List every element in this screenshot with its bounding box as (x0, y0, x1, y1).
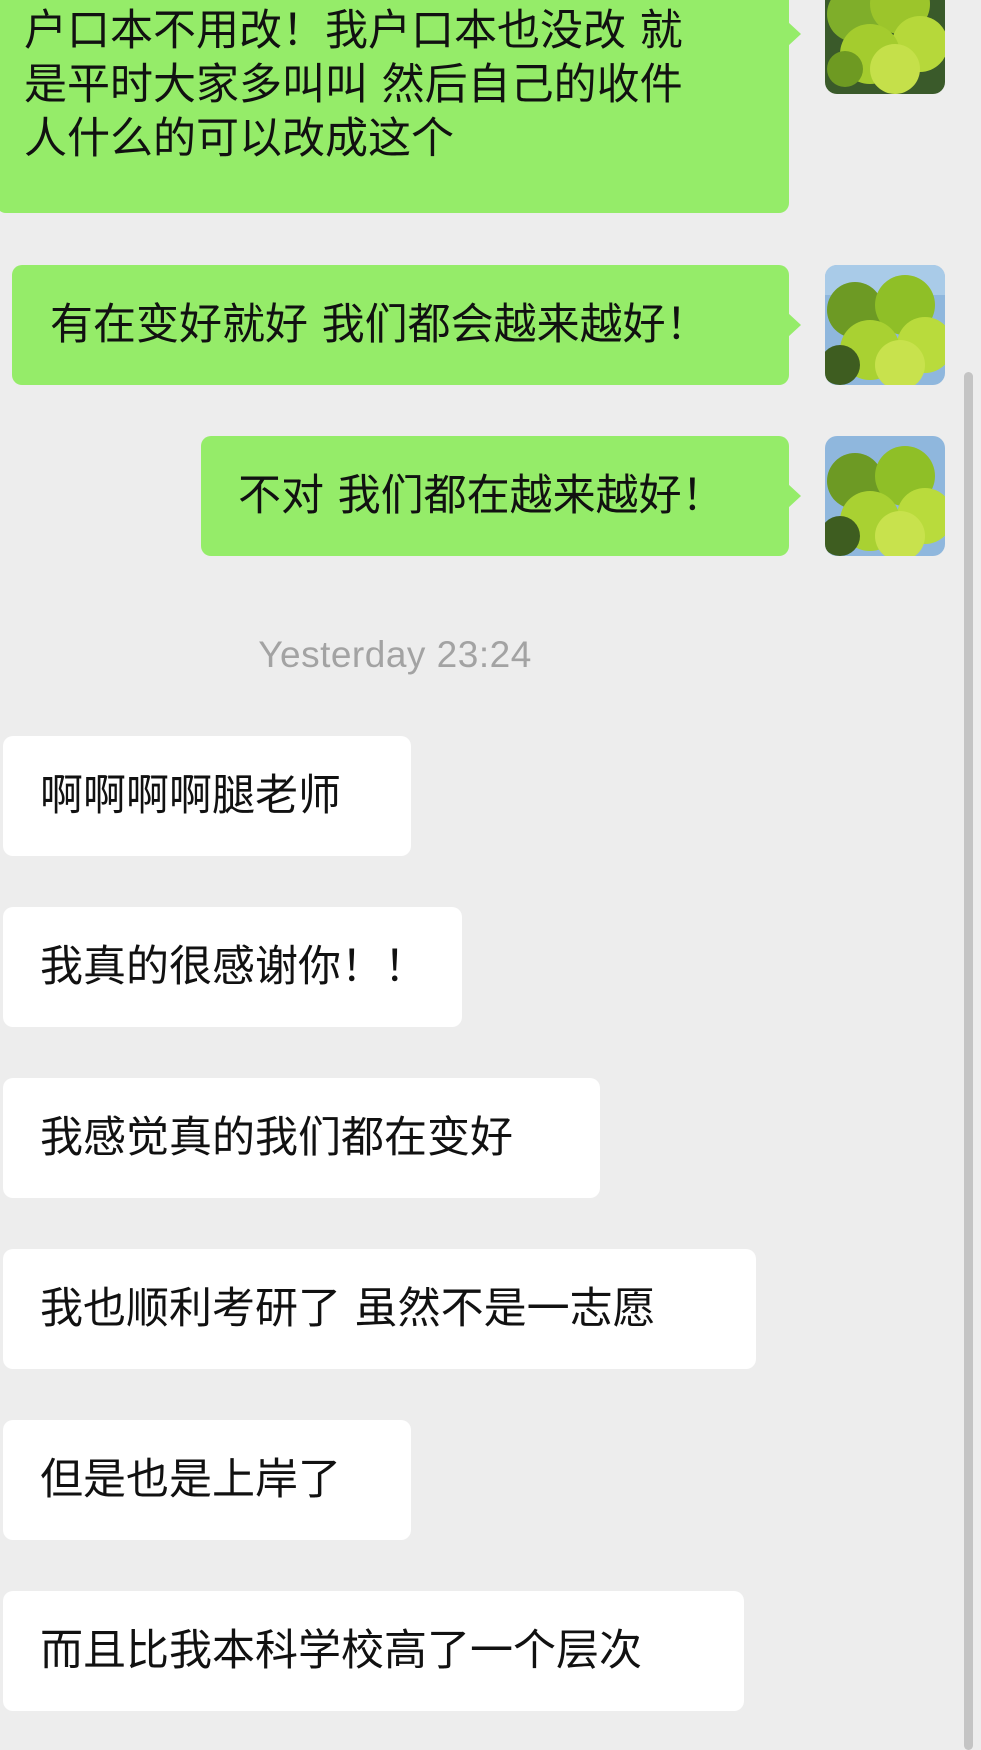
user-avatar[interactable] (825, 0, 945, 94)
chat-message-list[interactable]: 户口本不用改！我户口本也没改 就 是平时大家多叫叫 然后自己的收件 人什么的可以… (0, 0, 981, 1750)
incoming-message-bubble[interactable]: 我也顺利考研了 虽然不是一志愿 (3, 1249, 756, 1369)
tree-foliage-icon (825, 265, 945, 385)
message-text: 不对 我们都在越来越好！ (238, 471, 725, 521)
scrollbar-thumb[interactable] (964, 372, 973, 1750)
incoming-message-bubble[interactable]: 我真的很感谢你！！ (3, 907, 462, 1027)
message-text: 啊啊啊啊腿老师 (40, 771, 341, 821)
outgoing-message-bubble[interactable]: 不对 我们都在越来越好！ (201, 436, 801, 556)
user-avatar[interactable] (825, 436, 945, 556)
message-text-line: 人什么的可以改成这个 (24, 114, 454, 164)
message-text: 有在变好就好 我们都会越来越好！ (50, 300, 709, 350)
incoming-message-bubble[interactable]: 而且比我本科学校高了一个层次 (3, 1591, 744, 1711)
message-text: 我真的很感谢你！！ (40, 942, 427, 992)
message-text-line: 户口本不用改！我户口本也没改 就 (24, 6, 683, 56)
outgoing-message-bubble[interactable]: 有在变好就好 我们都会越来越好！ (12, 265, 801, 385)
tree-foliage-icon (825, 436, 945, 556)
incoming-message-bubble[interactable]: 我感觉真的我们都在变好 (3, 1078, 600, 1198)
message-text-line: 是平时大家多叫叫 然后自己的收件 (24, 60, 683, 110)
message-text: 但是也是上岸了 (40, 1455, 341, 1505)
outgoing-message-bubble[interactable]: 户口本不用改！我户口本也没改 就 是平时大家多叫叫 然后自己的收件 人什么的可以… (0, 0, 801, 213)
message-text: 而且比我本科学校高了一个层次 (40, 1626, 642, 1676)
message-text: 我感觉真的我们都在变好 (40, 1113, 513, 1163)
user-avatar[interactable] (825, 265, 945, 385)
incoming-message-bubble[interactable]: 但是也是上岸了 (3, 1420, 411, 1540)
incoming-message-bubble[interactable]: 啊啊啊啊腿老师 (3, 736, 411, 856)
message-timestamp: Yesterday 23:24 (258, 634, 532, 675)
tree-foliage-icon (825, 0, 945, 94)
message-text: 我也顺利考研了 虽然不是一志愿 (40, 1284, 656, 1334)
